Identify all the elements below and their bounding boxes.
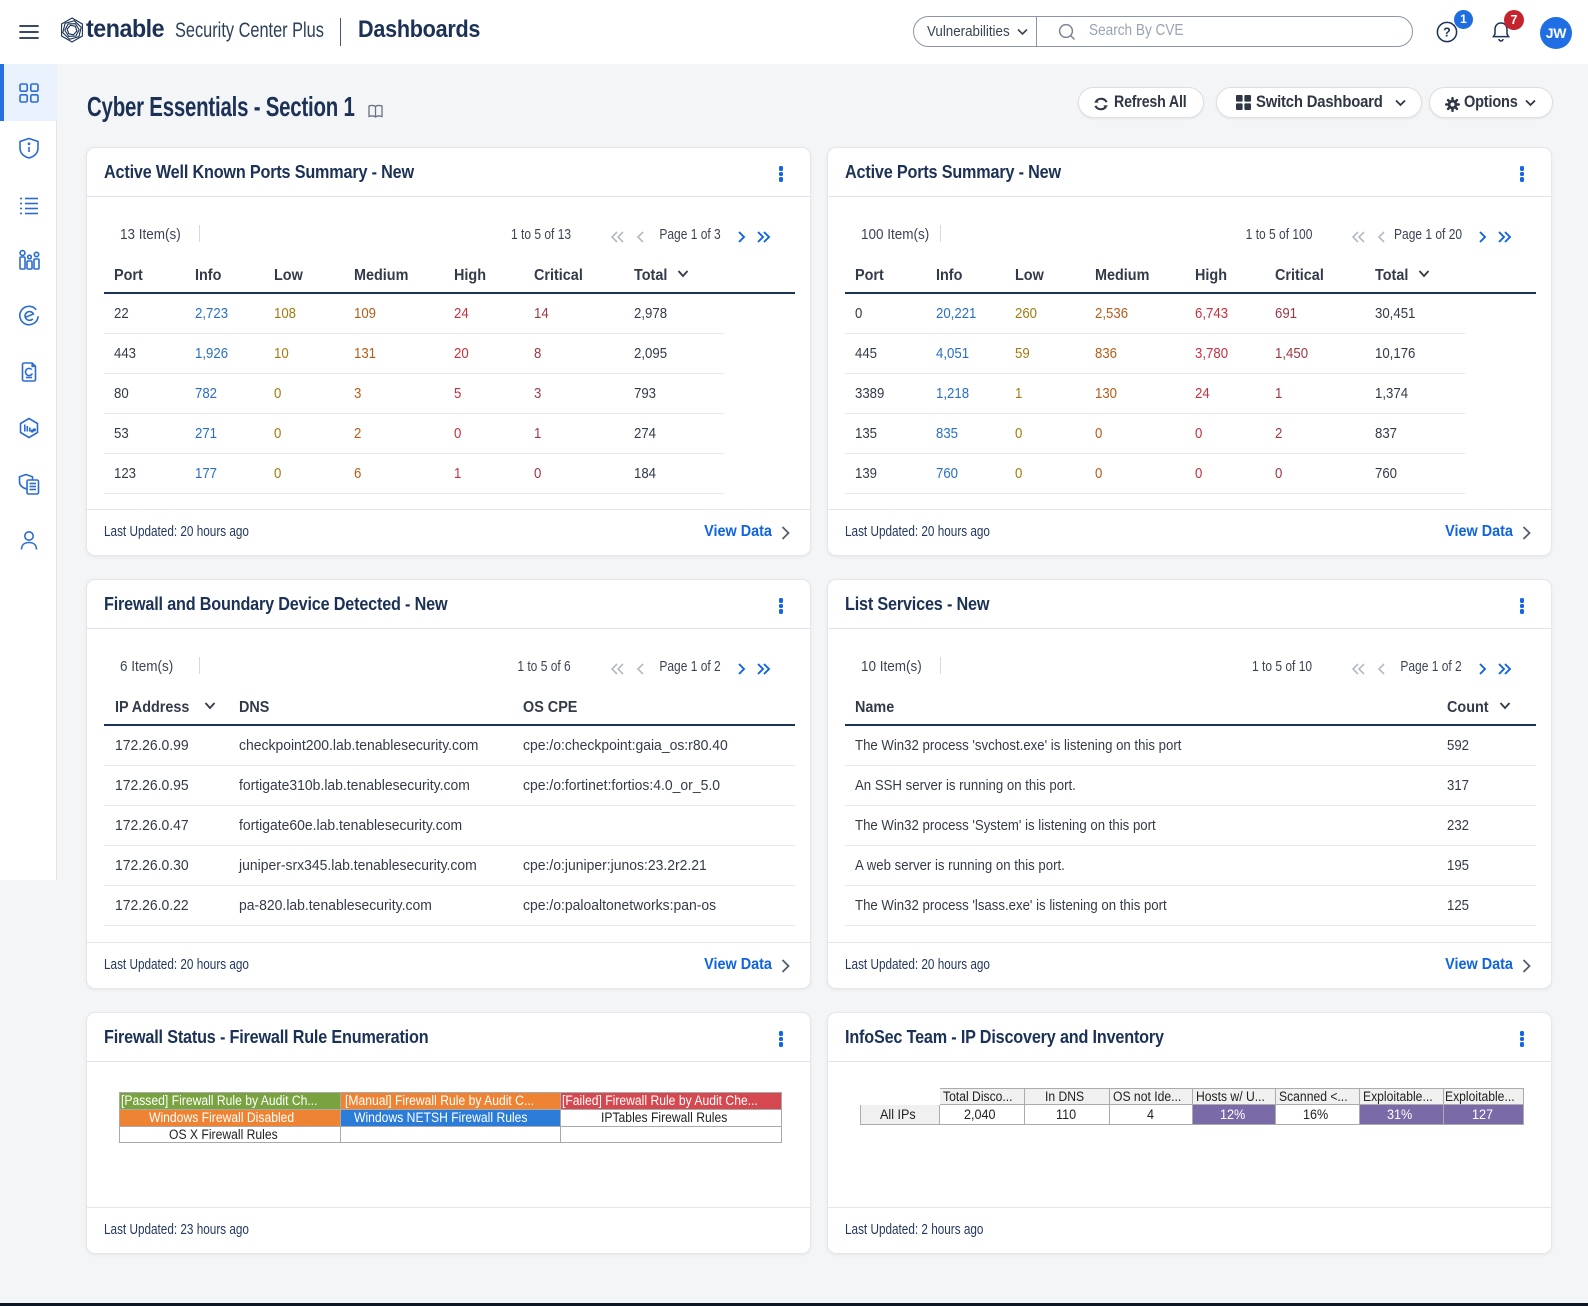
svg-text:?: ? bbox=[1443, 25, 1451, 39]
